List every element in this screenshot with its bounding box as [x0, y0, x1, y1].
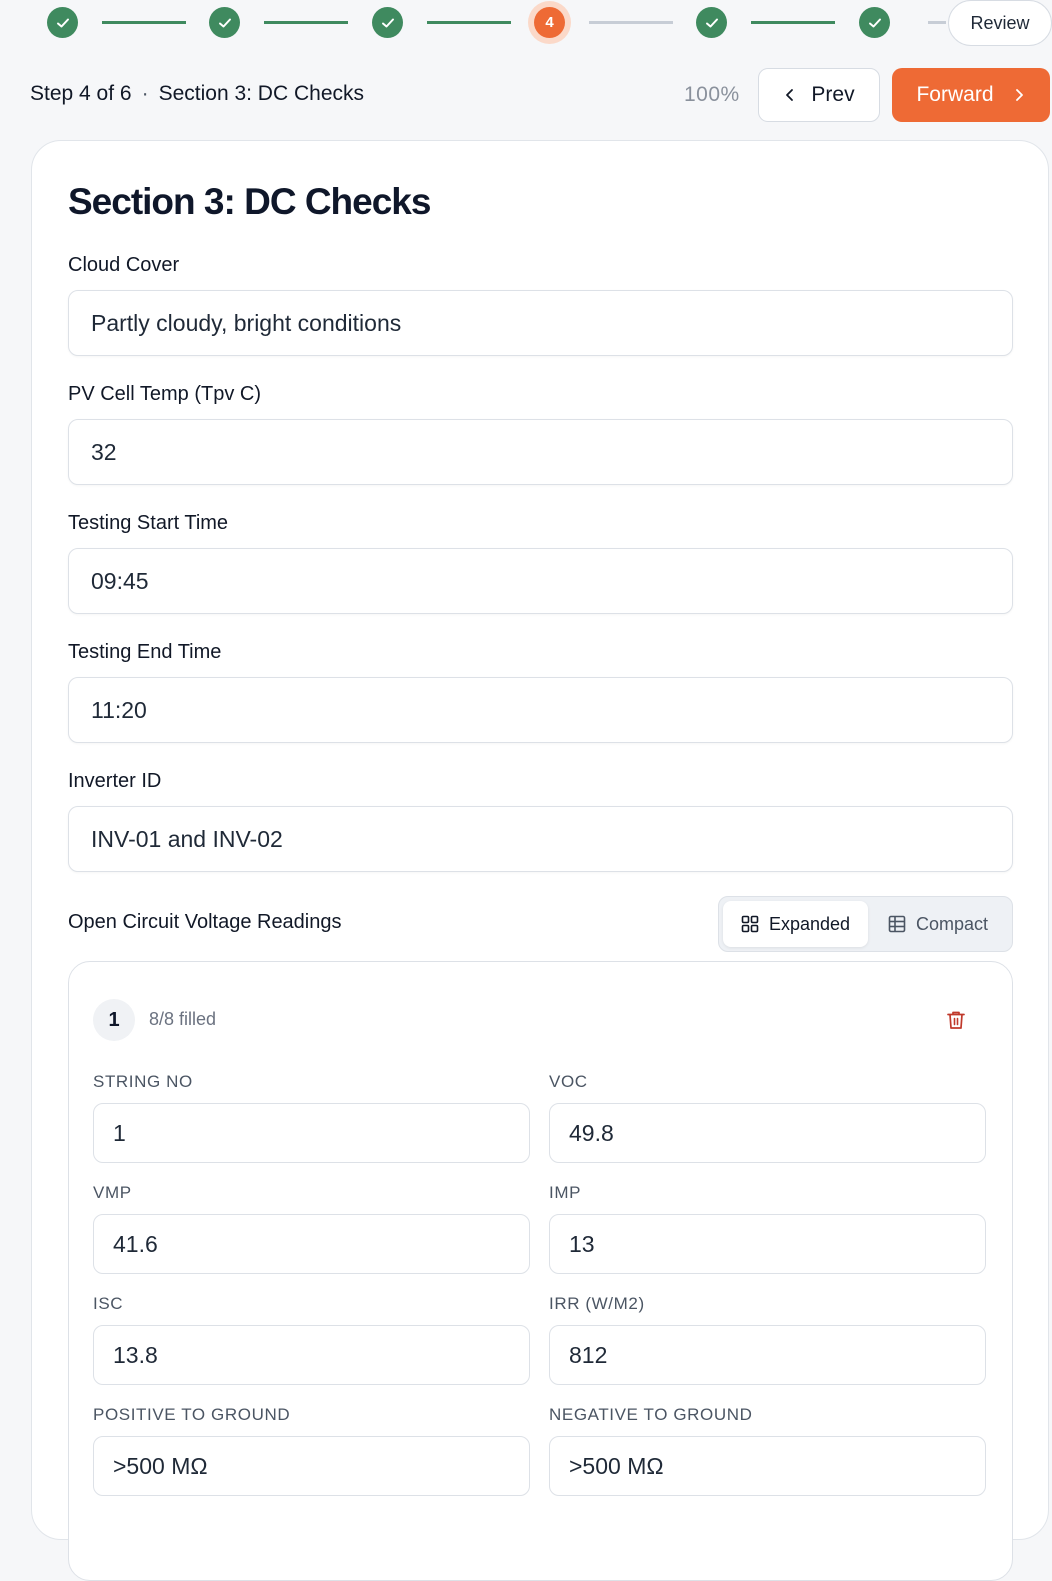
- chevron-left-icon: [786, 89, 794, 101]
- imp-input[interactable]: 13: [549, 1214, 986, 1274]
- view-mode-toggle: Expanded Compact: [718, 896, 1013, 952]
- pv-cell-temp-label: PV Cell Temp (Tpv C): [68, 383, 262, 405]
- breadcrumb-section: Section 3: DC Checks: [158, 82, 364, 105]
- forward-label: Forward: [916, 83, 994, 106]
- reading-number-badge: 1: [93, 999, 135, 1041]
- step-5-complete[interactable]: [696, 7, 727, 38]
- testing-start-time-label: Testing Start Time: [68, 512, 229, 534]
- cloud-cover-input[interactable]: Partly cloudy, bright conditions: [68, 290, 1013, 356]
- voc-input[interactable]: 49.8: [549, 1103, 986, 1163]
- prev-label: Prev: [811, 83, 855, 106]
- forward-button[interactable]: Forward: [892, 68, 1050, 122]
- table-icon: [888, 915, 906, 933]
- imp-label: IMP: [549, 1183, 582, 1202]
- ocv-reading-card: 1 8/8 filled STRING NO 1 VOC 49.8 VMP 41…: [68, 961, 1013, 1581]
- step-connector: [928, 21, 946, 24]
- checkmark-icon: [868, 18, 881, 27]
- isc-label: ISC: [93, 1294, 124, 1313]
- step-4-current[interactable]: 4: [534, 7, 565, 38]
- string-no-label: STRING NO: [93, 1072, 193, 1091]
- ocv-readings-label: Open Circuit Voltage Readings: [68, 911, 342, 933]
- step-connector: [102, 21, 186, 24]
- compact-view-button[interactable]: Compact: [870, 901, 1010, 947]
- trash-icon[interactable]: [945, 1009, 967, 1031]
- inverter-id-label: Inverter ID: [68, 770, 162, 792]
- testing-end-time-label: Testing End Time: [68, 641, 222, 663]
- negative-to-ground-label: NEGATIVE TO GROUND: [549, 1405, 753, 1424]
- vmp-label: VMP: [93, 1183, 132, 1202]
- cloud-cover-label: Cloud Cover: [68, 254, 180, 276]
- isc-input[interactable]: 13.8: [93, 1325, 530, 1385]
- compact-label: Compact: [916, 913, 989, 934]
- testing-end-time-input[interactable]: 11:20: [68, 677, 1013, 743]
- step-3-complete[interactable]: [372, 7, 403, 38]
- positive-to-ground-label: POSITIVE TO GROUND: [93, 1405, 291, 1424]
- positive-to-ground-input[interactable]: >500 MΩ: [93, 1436, 530, 1496]
- step-1-complete[interactable]: [47, 7, 78, 38]
- string-no-input[interactable]: 1: [93, 1103, 530, 1163]
- section-card: Section 3: DC Checks Cloud Cover Partly …: [31, 140, 1049, 1581]
- breadcrumb-separator: ·: [141, 82, 149, 105]
- pv-cell-temp-input[interactable]: 32: [68, 419, 1013, 485]
- voc-label: VOC: [549, 1072, 588, 1091]
- section-title: Section 3: DC Checks: [68, 181, 431, 222]
- step-connector: [264, 21, 348, 24]
- step-connector: [427, 21, 511, 24]
- negative-to-ground-input[interactable]: >500 MΩ: [549, 1436, 986, 1496]
- prev-button[interactable]: Prev: [758, 68, 880, 122]
- review-step-button[interactable]: Review: [948, 0, 1052, 46]
- step-2-complete[interactable]: [209, 7, 240, 38]
- testing-start-time-input[interactable]: 09:45: [68, 548, 1013, 614]
- checkmark-icon: [705, 18, 718, 27]
- progress-stepper: 4 Review: [0, 0, 1052, 46]
- irr-label: IRR (W/M2): [549, 1294, 645, 1313]
- step-connector: [751, 21, 835, 24]
- breadcrumb: Step 4 of 6 · Section 3: DC Checks: [30, 82, 364, 106]
- chevron-right-icon: [1015, 89, 1023, 101]
- inverter-id-input[interactable]: INV-01 and INV-02: [68, 806, 1013, 872]
- expanded-label: Expanded: [769, 913, 851, 934]
- progress-percent: 100%: [684, 83, 740, 106]
- reading-filled-count: 8/8 filled: [149, 1009, 217, 1029]
- grid-icon: [741, 915, 759, 933]
- checkmark-icon: [381, 18, 394, 27]
- checkmark-icon: [56, 18, 69, 27]
- step-indicator: Step 4 of 6: [30, 82, 132, 105]
- irr-input[interactable]: 812: [549, 1325, 986, 1385]
- expanded-view-button[interactable]: Expanded: [723, 901, 868, 947]
- step-connector: [589, 21, 673, 24]
- checkmark-icon: [218, 18, 231, 27]
- vmp-input[interactable]: 41.6: [93, 1214, 530, 1274]
- step-6-complete[interactable]: [859, 7, 890, 38]
